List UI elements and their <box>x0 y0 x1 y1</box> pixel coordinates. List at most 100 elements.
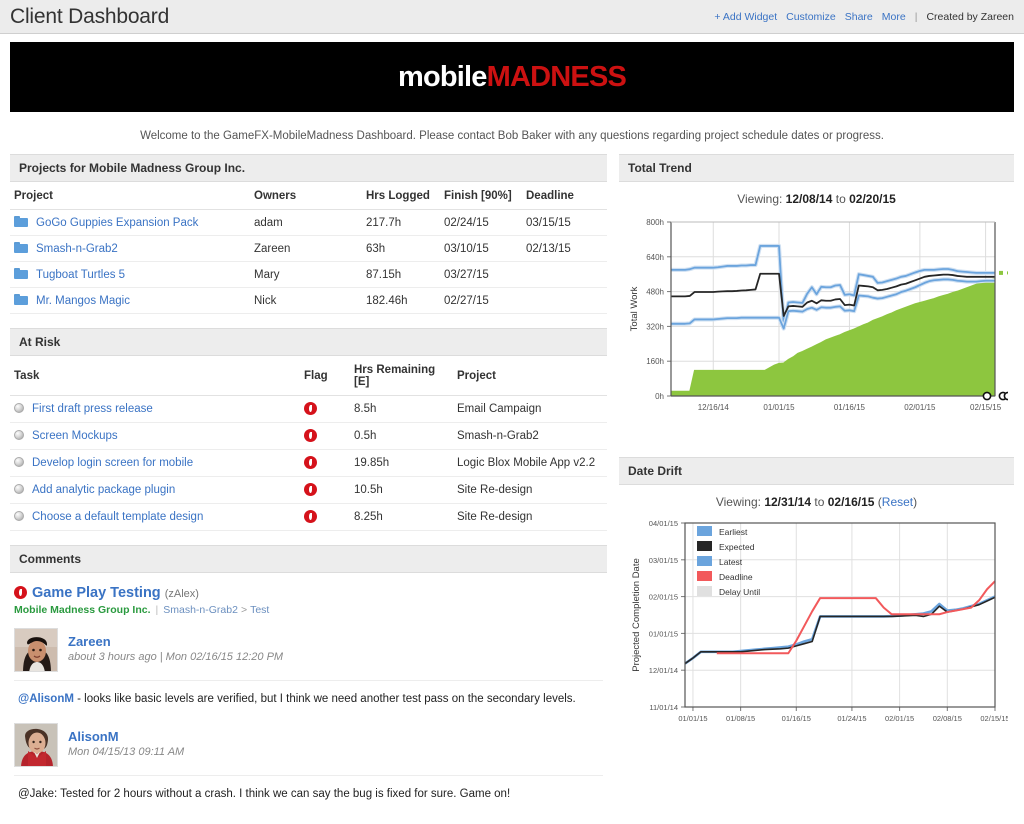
projects-table-header-row: Project Owners Hrs Logged Finish [90%] D… <box>10 182 607 210</box>
total-trend-plot[interactable]: 0h160h320h480h640h800h12/16/1401/01/1501… <box>623 208 1010 441</box>
task-status-icon[interactable] <box>14 430 24 440</box>
svg-text:02/01/15: 02/01/15 <box>885 714 914 723</box>
project-cell: Mr. Mangos Magic <box>10 288 250 314</box>
projects-panel-title: Projects for Mobile Madness Group Inc. <box>10 154 607 182</box>
flag-icon[interactable] <box>304 402 317 415</box>
th-finish: Finish [90%] <box>440 182 522 210</box>
total-trend-svg[interactable]: 0h160h320h480h640h800h12/16/1401/01/1501… <box>623 208 1008 438</box>
th-owners: Owners <box>250 182 362 210</box>
list-item: AlisonM Mon 04/15/13 09:11 AM @Jake: Tes… <box>10 715 607 810</box>
table-row[interactable]: Develop login screen for mobile 19.85h L… <box>10 450 607 477</box>
viewing-label: Viewing: <box>737 192 782 206</box>
svg-text:02/08/15: 02/08/15 <box>933 714 962 723</box>
flag-icon[interactable] <box>304 510 317 523</box>
th-project: Project <box>10 182 250 210</box>
task-status-icon[interactable] <box>14 511 24 521</box>
hrs-remaining-cell: 19.85h <box>350 450 453 477</box>
task-link[interactable]: Choose a default template design <box>32 511 203 523</box>
breadcrumb-divider: | <box>156 604 159 616</box>
task-project-cell: Site Re-design <box>453 504 607 531</box>
reset-link[interactable]: Reset <box>882 495 913 509</box>
table-row[interactable]: First draft press release 8.5h Email Cam… <box>10 396 607 423</box>
comment-thread-header: Game Play Testing (zAlex) Mobile Madness… <box>10 573 607 620</box>
brand-logo-part2: MADNESS <box>487 61 626 93</box>
task-link[interactable]: Screen Mockups <box>32 430 118 442</box>
comment-author[interactable]: AlisonM <box>68 729 184 744</box>
project-link[interactable]: Tugboat Turtles 5 <box>36 269 125 281</box>
table-row[interactable]: Mr. Mangos Magic Nick 182.46h 02/27/15 <box>10 288 607 314</box>
svg-text:320h: 320h <box>646 322 664 331</box>
deadline-cell: 03/15/15 <box>522 210 607 236</box>
task-status-icon[interactable] <box>14 457 24 467</box>
at-risk-panel-title: At Risk <box>10 328 607 356</box>
svg-text:03/01/15: 03/01/15 <box>649 556 678 565</box>
deadline-cell <box>522 288 607 314</box>
hrs-cell: 63h <box>362 236 440 262</box>
comment-text: @Jake: Tested for 2 hours without a cras… <box>18 788 510 800</box>
task-link[interactable]: Develop login screen for mobile <box>32 457 193 469</box>
task-link[interactable]: Add analytic package plugin <box>32 484 175 496</box>
folder-icon <box>14 268 28 279</box>
svg-text:12/16/14: 12/16/14 <box>698 403 730 412</box>
table-row[interactable]: GoGo Guppies Expansion Pack adam 217.7h … <box>10 210 607 236</box>
nav-separator: | <box>915 11 918 23</box>
folder-icon <box>14 216 28 227</box>
more-link[interactable]: More <box>882 11 906 23</box>
thread-title-link[interactable]: Game Play Testing <box>32 585 161 601</box>
breadcrumb-project[interactable]: Smash-n-Grab2 <box>163 604 238 616</box>
flag-icon[interactable] <box>304 429 317 442</box>
viewing-to: 02/20/15 <box>849 192 896 206</box>
add-widget-link[interactable]: + Add Widget <box>714 11 777 23</box>
svg-text:Expected: Expected <box>719 542 755 552</box>
top-nav: + Add Widget Customize Share More | Crea… <box>714 11 1014 23</box>
breadcrumb-task[interactable]: Test <box>250 604 269 616</box>
comment-body: @Jake: Tested for 2 hours without a cras… <box>14 775 603 810</box>
svg-text:Projected Completion Date: Projected Completion Date <box>631 558 642 672</box>
comments-panel: Comments Game Play Testing (zAlex) Mobil… <box>10 545 607 810</box>
comment-author-row: AlisonM Mon 04/15/13 09:11 AM <box>14 723 603 767</box>
project-cell: GoGo Guppies Expansion Pack <box>10 210 250 236</box>
created-by-label: Created by Zareen <box>926 11 1014 23</box>
comment-meta: AlisonM Mon 04/15/13 09:11 AM <box>68 723 184 758</box>
task-status-icon[interactable] <box>14 484 24 494</box>
table-row[interactable]: Choose a default template design 8.25h S… <box>10 504 607 531</box>
deadline-cell: 02/13/15 <box>522 236 607 262</box>
viewing-label: Viewing: <box>716 495 761 509</box>
table-row[interactable]: Add analytic package plugin 10.5h Site R… <box>10 477 607 504</box>
finish-cell: 03/10/15 <box>440 236 522 262</box>
table-row[interactable]: Screen Mockups 0.5h Smash-n-Grab2 <box>10 423 607 450</box>
comment-text: - looks like basic levels are verified, … <box>74 693 576 705</box>
finish-cell: 03/27/15 <box>440 262 522 288</box>
comment-mention[interactable]: @AlisonM <box>18 693 74 705</box>
finish-cell: 02/24/15 <box>440 210 522 236</box>
table-row[interactable]: Tugboat Turtles 5 Mary 87.15h 03/27/15 <box>10 262 607 288</box>
page-title: Client Dashboard <box>10 5 169 29</box>
breadcrumb-org[interactable]: Mobile Madness Group Inc. <box>14 604 151 616</box>
date-drift-viewing: Viewing: 12/31/14 to 02/16/15 (Reset) <box>623 491 1010 511</box>
total-trend-viewing: Viewing: 12/08/14 to 02/20/15 <box>623 188 1010 208</box>
flag-cell <box>300 477 350 504</box>
flag-icon[interactable] <box>304 483 317 496</box>
list-item: Zareen about 3 hours ago | Mon 02/16/15 … <box>10 620 607 715</box>
project-link[interactable]: Mr. Mangos Magic <box>36 295 130 307</box>
right-column: Total Trend Viewing: 12/08/14 to 02/20/1… <box>619 154 1014 758</box>
hrs-remaining-cell: 0.5h <box>350 423 453 450</box>
table-row[interactable]: Smash-n-Grab2 Zareen 63h 03/10/15 02/13/… <box>10 236 607 262</box>
share-link[interactable]: Share <box>845 11 873 23</box>
project-link[interactable]: GoGo Guppies Expansion Pack <box>36 217 198 229</box>
date-drift-title: Date Drift <box>619 457 1014 485</box>
date-drift-plot[interactable]: 11/01/1412/01/1401/01/1502/01/1503/01/15… <box>623 511 1010 742</box>
customize-link[interactable]: Customize <box>786 11 836 23</box>
avatar <box>14 628 58 672</box>
flag-icon <box>14 586 27 599</box>
task-link[interactable]: First draft press release <box>32 403 153 415</box>
task-cell: Develop login screen for mobile <box>10 450 300 477</box>
project-link[interactable]: Smash-n-Grab2 <box>36 243 118 255</box>
brand-logo-part1: mobile <box>398 61 487 93</box>
task-status-icon[interactable] <box>14 403 24 413</box>
comment-author[interactable]: Zareen <box>68 634 283 649</box>
date-drift-svg[interactable]: 11/01/1412/01/1401/01/1502/01/1503/01/15… <box>623 511 1008 739</box>
hrs-cell: 87.15h <box>362 262 440 288</box>
flag-icon[interactable] <box>304 456 317 469</box>
hrs-remaining-cell: 8.25h <box>350 504 453 531</box>
